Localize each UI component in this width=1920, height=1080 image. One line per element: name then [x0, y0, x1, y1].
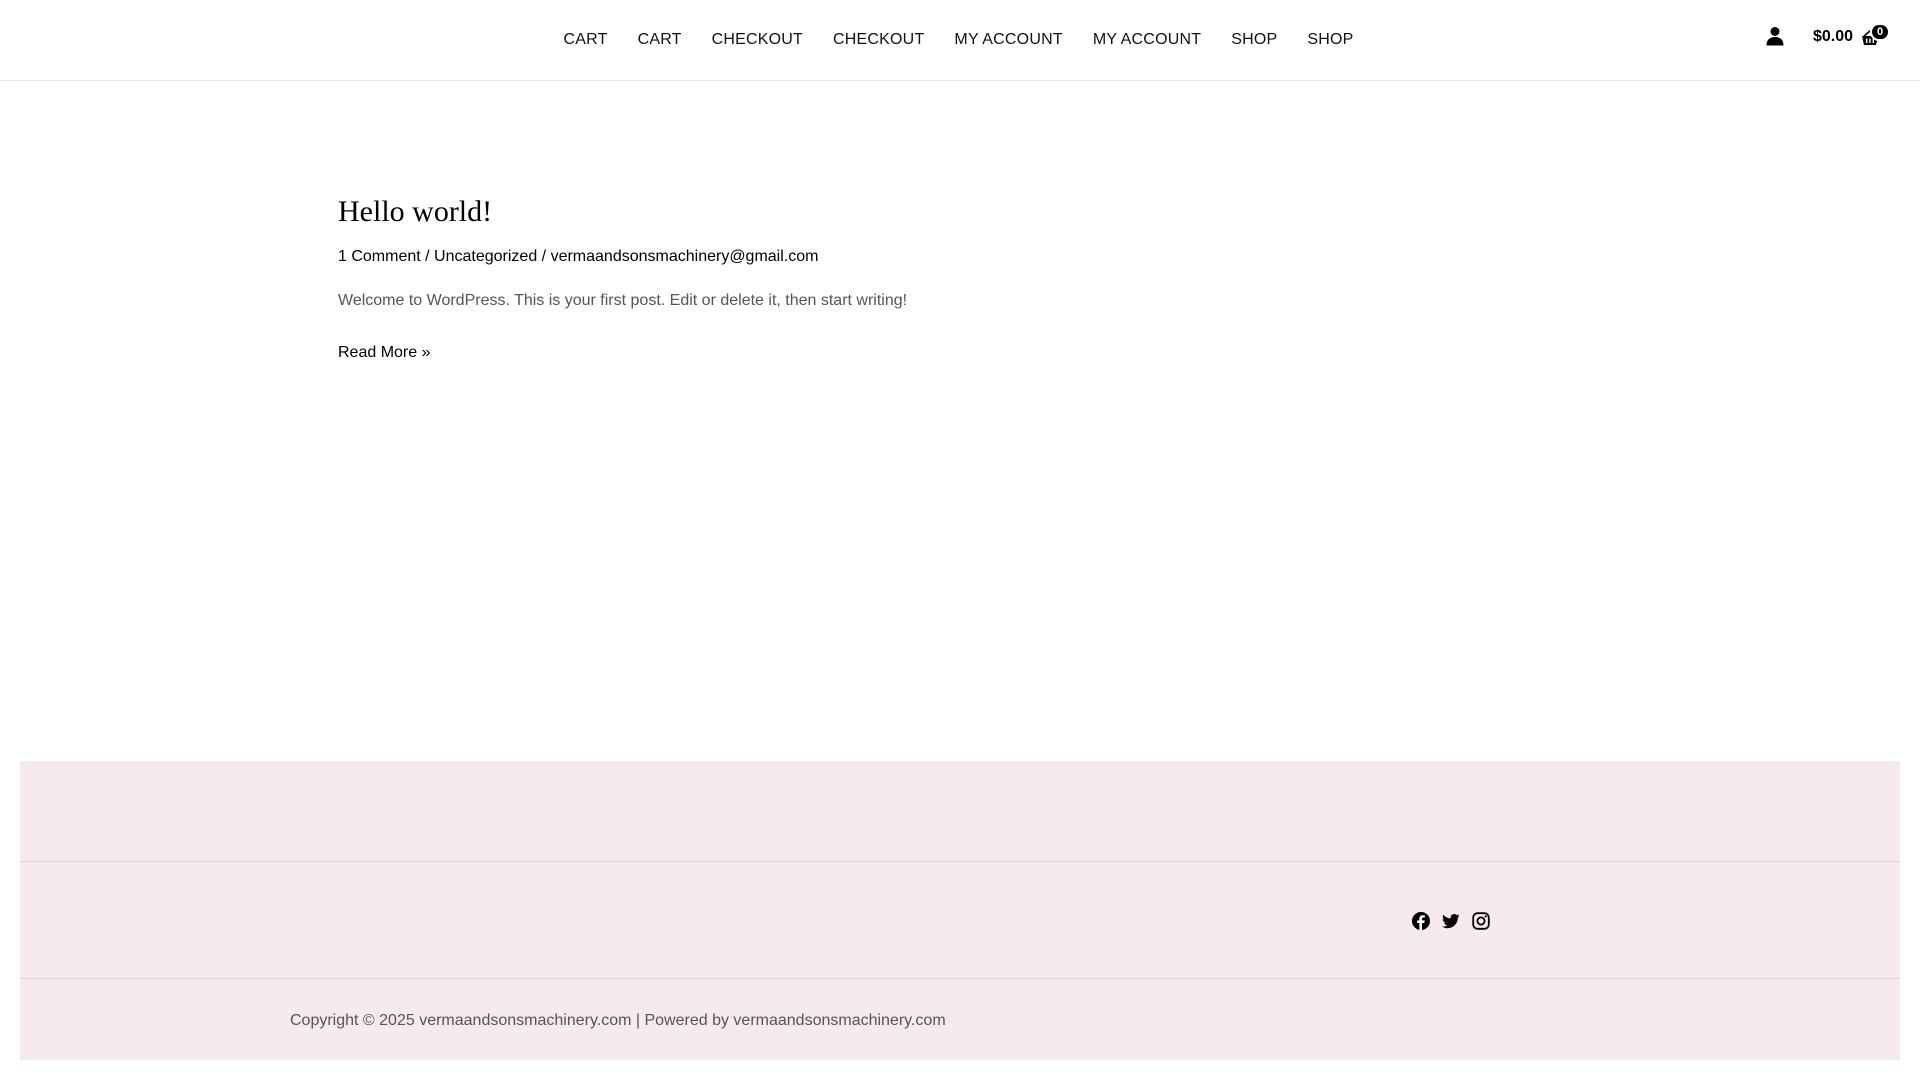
post-meta: 1 Comment / Uncategorized / vermaandsons…: [338, 246, 1338, 268]
twitter-icon[interactable]: [1442, 912, 1460, 930]
nav-item-shop[interactable]: SHOP: [1216, 31, 1292, 49]
cart-total: $0.00: [1813, 28, 1854, 45]
footer-social-bar: [20, 862, 1900, 979]
site-header: CART CART CHECKOUT CHECKOUT MY ACCOUNT M…: [0, 0, 1920, 81]
read-more-link[interactable]: Read More »: [338, 342, 431, 364]
nav-item-checkout[interactable]: CHECKOUT: [818, 31, 939, 49]
nav-item-shop[interactable]: SHOP: [1292, 31, 1368, 49]
nav-item-cart[interactable]: CART: [623, 31, 697, 49]
post-excerpt: Welcome to WordPress. This is your first…: [338, 292, 908, 309]
footer-widgets-area: [20, 761, 1900, 862]
footer-copyright-bar: Copyright © 2025 vermaandsonsmachinery.c…: [20, 979, 1900, 1060]
user-icon[interactable]: [1766, 26, 1784, 46]
facebook-icon[interactable]: [1412, 912, 1430, 930]
nav-item-my-account[interactable]: MY ACCOUNT: [939, 31, 1077, 49]
primary-navigation: CART CART CHECKOUT CHECKOUT MY ACCOUNT M…: [0, 0, 1920, 80]
post-title[interactable]: Hello world!: [338, 192, 1338, 232]
post-category-link[interactable]: Uncategorized: [434, 248, 537, 265]
cart-count-badge: 0: [1870, 23, 1890, 41]
post-article: Hello world! 1 Comment / Uncategorized /…: [338, 192, 1338, 364]
social-links: [1412, 912, 1502, 930]
post-comments-link[interactable]: 1 Comment: [338, 248, 421, 265]
nav-menu: CART CART CHECKOUT CHECKOUT MY ACCOUNT M…: [548, 31, 1368, 49]
nav-item-cart[interactable]: CART: [548, 31, 622, 49]
post-author-link[interactable]: vermaandsonsmachinery@gmail.com: [551, 248, 819, 265]
copyright-text: Copyright © 2025 vermaandsonsmachinery.c…: [290, 1012, 946, 1029]
nav-item-my-account[interactable]: MY ACCOUNT: [1078, 31, 1216, 49]
nav-item-checkout[interactable]: CHECKOUT: [697, 31, 818, 49]
meta-separator: /: [420, 248, 435, 265]
meta-separator: /: [537, 248, 551, 265]
instagram-icon[interactable]: [1472, 912, 1490, 930]
